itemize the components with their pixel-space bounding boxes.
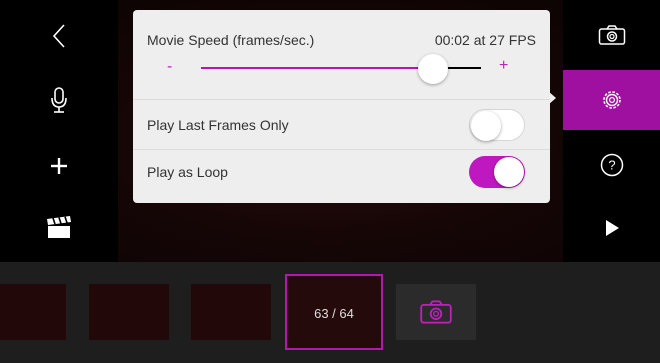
play-button[interactable]: [563, 198, 660, 258]
svg-text:?: ?: [608, 158, 615, 173]
clapperboard-button[interactable]: [0, 198, 118, 258]
speed-slider-thumb[interactable]: [418, 54, 449, 84]
speed-readout: 00:02 at 27 FPS: [434, 32, 536, 48]
frame-counter: 63 / 64: [314, 306, 354, 321]
camera-button[interactable]: [563, 5, 660, 65]
settings-gear-icon: [602, 91, 621, 109]
camera-icon: [598, 25, 625, 45]
clapperboard-icon: [47, 216, 71, 238]
frame-thumbnail[interactable]: [191, 284, 271, 340]
divider: [133, 99, 550, 100]
filmstrip: 63 / 64: [0, 262, 660, 363]
current-frame[interactable]: 63 / 64: [285, 274, 383, 350]
plus-icon: [51, 158, 67, 174]
play-as-loop-toggle[interactable]: [469, 156, 525, 188]
frame-thumbnail[interactable]: [0, 284, 66, 340]
back-button[interactable]: [0, 6, 118, 66]
toggle-knob: [494, 157, 524, 187]
capture-frame-button[interactable]: [396, 284, 476, 340]
camera-icon: [420, 300, 452, 324]
microphone-button[interactable]: [0, 70, 118, 130]
speed-slider-fill: [201, 67, 434, 69]
divider: [133, 149, 550, 150]
toggle-knob: [471, 111, 501, 141]
back-chevron-icon: [52, 24, 65, 48]
microphone-icon: [51, 87, 67, 113]
settings-button[interactable]: [563, 70, 660, 130]
right-toolbar: ?: [563, 0, 660, 262]
frame-thumbnail[interactable]: [89, 284, 169, 340]
settings-popover: Movie Speed (frames/sec.) 00:02 at 27 FP…: [133, 10, 550, 203]
left-toolbar: [0, 0, 118, 262]
play-as-loop-label: Play as Loop: [147, 164, 228, 180]
movie-speed-label: Movie Speed (frames/sec.): [147, 32, 315, 48]
play-icon: [605, 220, 619, 236]
play-last-frames-toggle[interactable]: [469, 109, 525, 141]
slider-max-label: +: [499, 57, 509, 74]
help-button[interactable]: ?: [563, 135, 660, 195]
add-frame-button[interactable]: [0, 136, 118, 196]
play-last-frames-label: Play Last Frames Only: [147, 117, 289, 133]
help-icon: ?: [600, 153, 623, 177]
slider-min-label: -: [167, 58, 173, 75]
